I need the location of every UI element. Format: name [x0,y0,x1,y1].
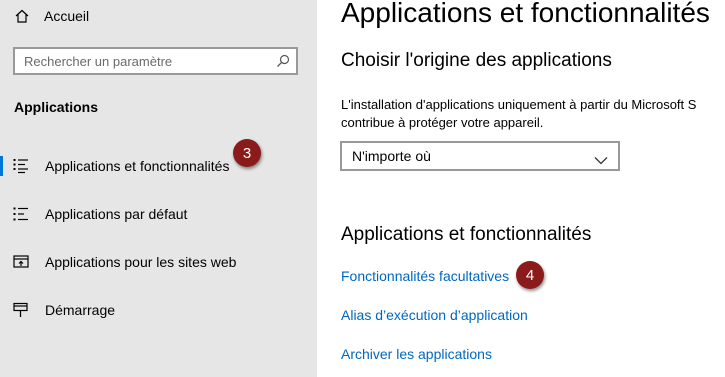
step-badge-3: 3 [233,139,261,167]
sidebar-item-label: Applications et fonctionnalités [45,158,230,174]
optional-features-link[interactable]: Fonctionnalités facultatives [341,268,509,284]
chevron-down-icon [594,152,608,168]
archive-apps-link[interactable]: Archiver les applications [341,346,492,362]
source-description-line: L'installation d'applications uniquement… [341,97,697,112]
sidebar-item-apps-websites[interactable]: Applications pour les sites web [0,242,317,282]
page-title: Applications et fonctionnalités [341,0,710,28]
step-badge-4: 4 [516,261,544,289]
source-heading: Choisir l'origine des applications [341,50,612,71]
settings-search-box[interactable] [13,47,298,75]
home-nav-item[interactable]: Accueil [14,4,89,28]
settings-search-input[interactable] [15,49,274,73]
apps-features-list-icon [13,158,29,174]
dropdown-value: N'importe où [352,148,431,164]
search-icon[interactable] [276,54,290,73]
sidebar-item-label: Applications par défaut [45,206,188,222]
default-apps-icon [13,206,29,222]
app-execution-alias-link[interactable]: Alias d’exécution d’application [341,307,528,323]
settings-sidebar: Accueil Applications Applications et fon… [0,0,317,377]
home-label: Accueil [44,8,90,24]
home-icon [14,8,30,24]
features-heading: Applications et fonctionnalités [341,224,592,245]
app-source-dropdown[interactable]: N'importe où [340,141,620,171]
sidebar-item-default-apps[interactable]: Applications par défaut [0,194,317,234]
sidebar-item-label: Démarrage [45,302,116,318]
sidebar-section-title: Applications [14,99,99,115]
startup-icon [13,302,29,318]
sidebar-item-apps-features[interactable]: Applications et fonctionnalités [0,146,317,186]
sidebar-item-startup[interactable]: Démarrage [0,290,317,330]
apps-for-websites-icon [13,254,29,270]
source-description: L'installation d'applications uniquement… [341,96,725,132]
sidebar-item-label: Applications pour les sites web [45,254,237,270]
source-description-line: contribue à protéger votre appareil. [341,115,544,130]
